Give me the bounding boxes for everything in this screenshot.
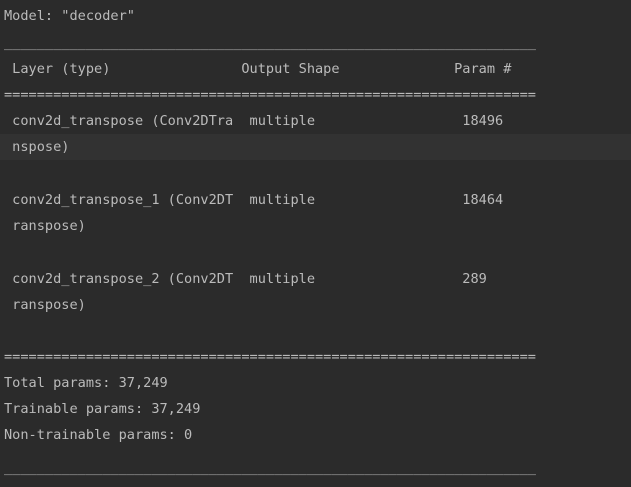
trainable-params: Trainable params: 37,249	[4, 401, 201, 417]
layer-row-wrap: ranspose)	[4, 218, 536, 234]
total-params: Total params: 37,249	[4, 375, 168, 391]
closing-separator: ________________________________________…	[4, 460, 536, 476]
model-name-line: Model: "decoder"	[4, 8, 135, 24]
layer-row: conv2d_transpose_2 (Conv2DT multiple 289	[4, 271, 545, 287]
summary-separator: ========================================…	[4, 349, 536, 365]
layer-row-wrap: ranspose)	[4, 297, 536, 313]
header-separator: ========================================…	[4, 87, 536, 103]
layer-row-wrap: nspose)	[4, 139, 536, 155]
separator-line: ________________________________________…	[4, 35, 536, 51]
layer-row: conv2d_transpose_1 (Conv2DT multiple 184…	[4, 192, 545, 208]
non-trainable-params: Non-trainable params: 0	[4, 427, 193, 443]
layer-row: conv2d_transpose (Conv2DTra multiple 184…	[4, 113, 545, 129]
table-header: Layer (type) Output Shape Param #	[4, 61, 536, 77]
